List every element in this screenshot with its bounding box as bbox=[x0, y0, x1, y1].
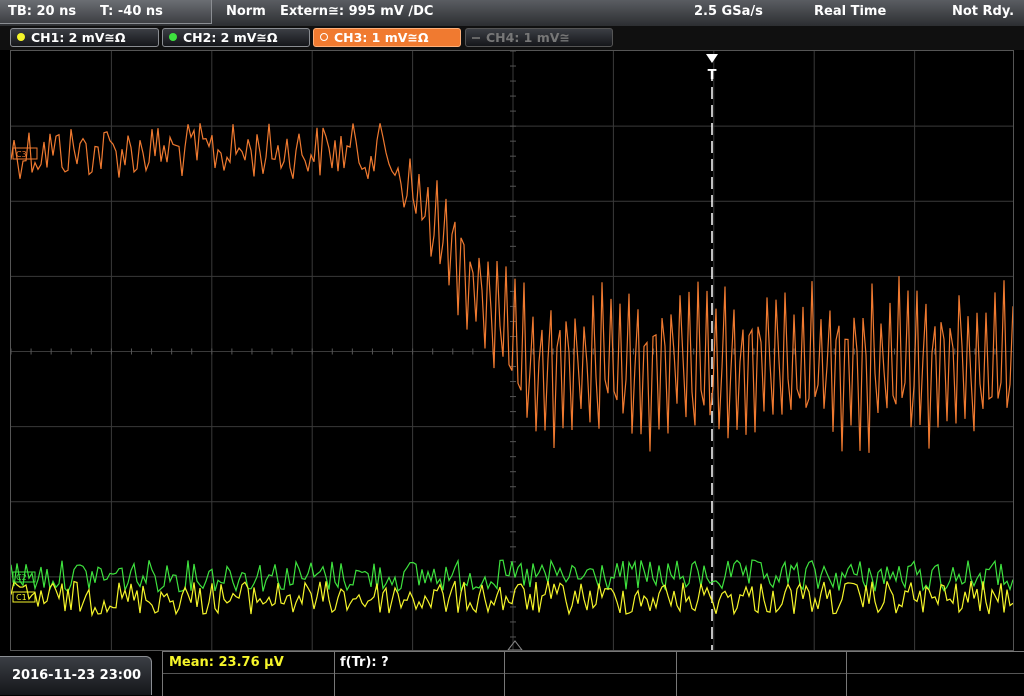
ch2-waveform bbox=[11, 558, 1013, 594]
timebase-box[interactable]: TB: 20 ns T: -40 ns bbox=[0, 0, 212, 24]
ch3-dot-icon bbox=[320, 33, 328, 41]
channel-bar: CH1: 2 mV≅Ω CH2: 2 mV≅Ω CH3: 1 mV≅Ω CH4:… bbox=[0, 26, 1024, 50]
waveform-display[interactable]: T C3 C2 C1 bbox=[10, 50, 1014, 651]
datetime: 2016-11-23 23:00 bbox=[12, 668, 142, 683]
ftr-measurement: f(Tr): ? bbox=[340, 655, 389, 670]
trigger-mode[interactable]: Norm bbox=[226, 4, 266, 19]
trigger-status: Not Rdy. bbox=[952, 4, 1015, 19]
ch2-dot-icon bbox=[169, 33, 177, 41]
meas-row-divider bbox=[162, 673, 1024, 674]
acquisition-mode: Real Time bbox=[814, 4, 887, 19]
ch1-dot-icon bbox=[17, 33, 25, 41]
meas-divider bbox=[162, 652, 163, 696]
timebase-readout: TB: 20 ns bbox=[8, 4, 77, 19]
channel-4-label: CH4: 1 mV≅ bbox=[486, 30, 570, 45]
datetime-box[interactable]: 2016-11-23 23:00 bbox=[0, 656, 152, 695]
channel-2-button[interactable]: CH2: 2 mV≅Ω bbox=[162, 28, 310, 47]
ch1-marker-label: C1 bbox=[16, 593, 27, 602]
ch1-level-marker[interactable]: C1 bbox=[12, 591, 36, 603]
bottom-bar: 2016-11-23 23:00 Mean: 23.76 µV f(Tr): ? bbox=[0, 651, 1024, 696]
channel-3-button[interactable]: CH3: 1 mV≅Ω bbox=[313, 28, 461, 47]
channel-2-label: CH2: 2 mV≅Ω bbox=[183, 30, 278, 45]
ch1-waveform bbox=[11, 580, 1013, 618]
meas-divider bbox=[676, 652, 677, 696]
sample-rate: 2.5 GSa/s bbox=[694, 4, 763, 19]
meas-divider bbox=[504, 652, 505, 696]
meas-divider bbox=[334, 652, 335, 696]
center-marker-icon bbox=[507, 640, 523, 650]
trigger-arrow-icon[interactable] bbox=[706, 54, 718, 63]
ch3-marker-label: C3 bbox=[16, 150, 27, 159]
channel-4-button[interactable]: CH4: 1 mV≅ bbox=[465, 28, 613, 47]
channel-3-label: CH3: 1 mV≅Ω bbox=[334, 30, 429, 45]
channel-1-button[interactable]: CH1: 2 mV≅Ω bbox=[10, 28, 159, 47]
mean-measurement: Mean: 23.76 µV bbox=[169, 655, 284, 670]
ch3-level-marker[interactable]: C3 bbox=[12, 147, 38, 160]
trigger-source[interactable]: Extern≅: 995 mV ∕DC bbox=[280, 4, 433, 19]
ch4-dash-icon bbox=[472, 37, 480, 39]
trigger-marker-label: T bbox=[708, 68, 717, 83]
meas-divider bbox=[846, 652, 847, 696]
waveform-svg: T C3 C2 C1 bbox=[11, 51, 1013, 650]
status-bar: TB: 20 ns T: -40 ns Norm Extern≅: 995 mV… bbox=[0, 0, 1024, 27]
measurement-panel[interactable]: Mean: 23.76 µV f(Tr): ? bbox=[162, 651, 1024, 696]
trigger-time-readout: T: -40 ns bbox=[100, 4, 163, 19]
ch2-marker-label: C2 bbox=[16, 573, 27, 582]
ch3-waveform bbox=[11, 123, 1013, 453]
channel-1-label: CH1: 2 mV≅Ω bbox=[31, 30, 126, 45]
